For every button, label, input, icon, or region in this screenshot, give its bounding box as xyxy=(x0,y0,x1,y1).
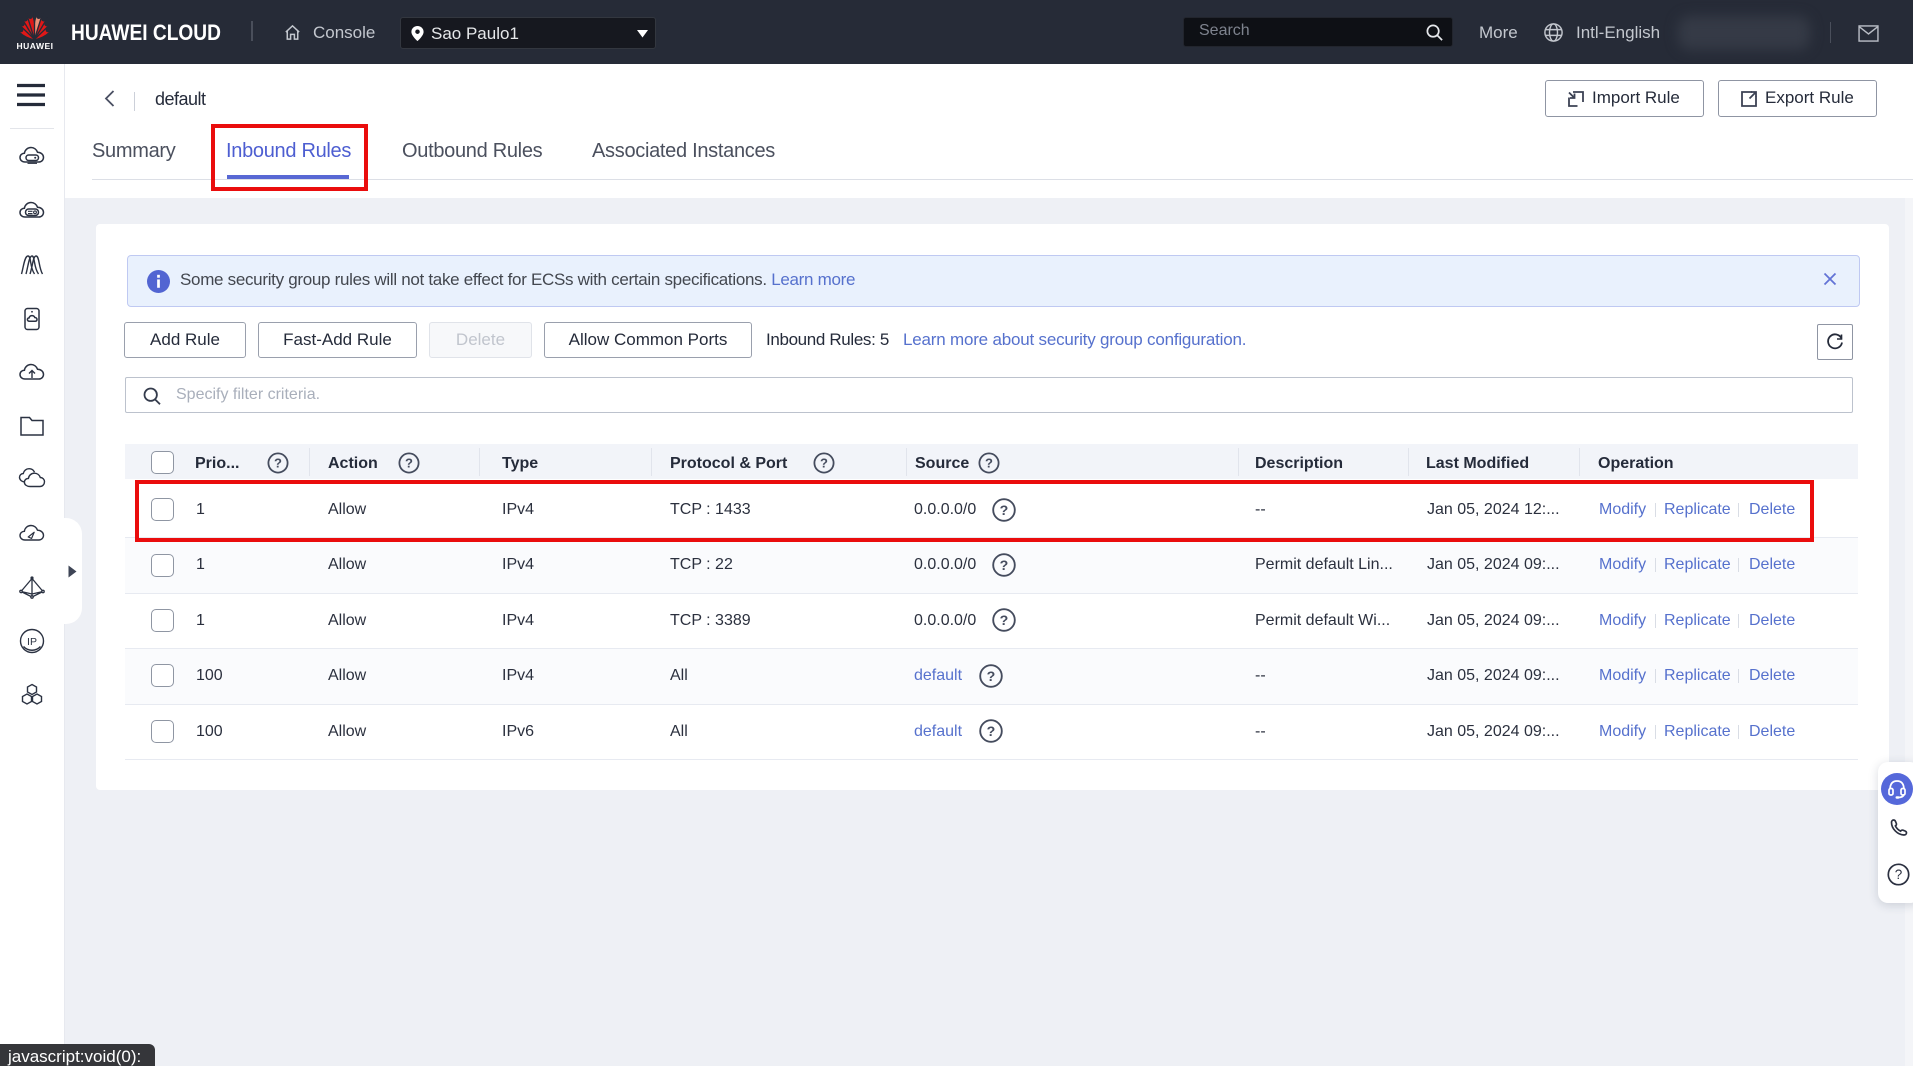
svg-text:IP: IP xyxy=(27,636,37,648)
svg-text:?: ? xyxy=(1895,867,1903,882)
svg-text:?: ? xyxy=(1000,613,1009,629)
svg-text:?: ? xyxy=(274,455,282,470)
svg-text:?: ? xyxy=(405,455,413,470)
svg-text:?: ? xyxy=(985,455,993,470)
svg-text:?: ? xyxy=(820,455,828,470)
svg-text:?: ? xyxy=(987,724,996,740)
svg-text:?: ? xyxy=(987,669,996,685)
svg-text:?: ? xyxy=(1000,558,1009,574)
